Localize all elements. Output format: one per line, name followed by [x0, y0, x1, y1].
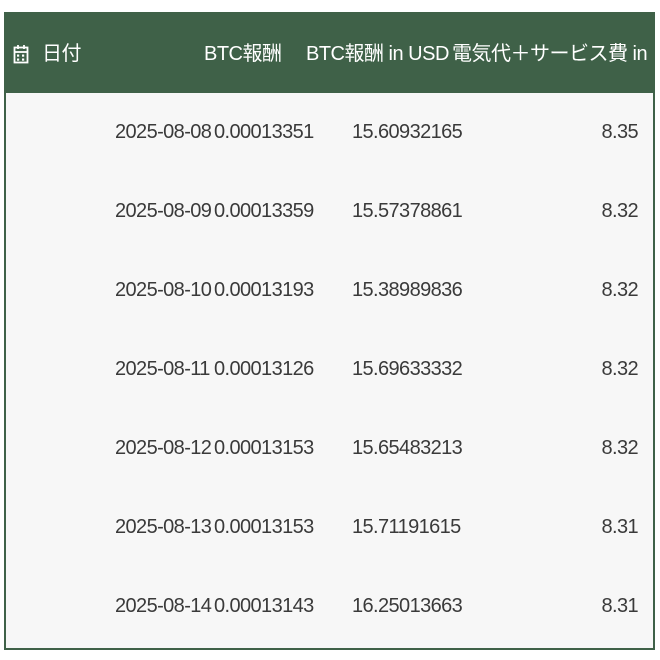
- cell-btc-reward: 0.00013143: [214, 595, 314, 617]
- cell-date: 2025-08-13: [115, 516, 212, 538]
- cell-date: 2025-08-09: [115, 200, 212, 222]
- cell-fee-usd: 8.35: [601, 121, 638, 143]
- table-row: 2025-08-12 0.00013153 15.65483213 8.32: [6, 409, 653, 488]
- cell-date: 2025-08-14: [115, 595, 212, 617]
- column-header-btc-reward-usd[interactable]: BTC報酬 in USD: [306, 42, 449, 66]
- cell-btc-reward: 0.00013126: [214, 358, 314, 380]
- cell-btc-reward: 0.00013153: [214, 437, 314, 459]
- table-body: 2025-08-08 0.00013351 15.60932165 8.35 2…: [6, 93, 653, 648]
- cell-fee-usd: 8.32: [601, 200, 638, 222]
- table-row: 2025-08-10 0.00013193 15.38989836 8.32: [6, 251, 653, 330]
- cell-date: 2025-08-10: [115, 279, 212, 301]
- rewards-table: 日付 BTC報酬 BTC報酬 in USD 電気代＋サービス費 in USD 2…: [4, 12, 655, 650]
- cell-btc-reward-usd: 15.71191615: [352, 516, 461, 538]
- cell-btc-reward-usd: 15.60932165: [352, 121, 463, 143]
- cell-fee-usd: 8.32: [601, 437, 638, 459]
- column-header-btc-reward[interactable]: BTC報酬: [204, 42, 282, 66]
- cell-btc-reward-usd: 15.57378861: [352, 200, 463, 222]
- cell-btc-reward: 0.00013359: [214, 200, 314, 222]
- cell-btc-reward: 0.00013153: [214, 516, 314, 538]
- table-row: 2025-08-11 0.00013126 15.69633332 8.32: [6, 330, 653, 409]
- cell-btc-reward-usd: 15.38989836: [352, 279, 463, 301]
- table-row: 2025-08-08 0.00013351 15.60932165 8.35: [6, 93, 653, 172]
- cell-btc-reward-usd: 16.25013663: [352, 595, 463, 617]
- table-row: 2025-08-13 0.00013153 15.71191615 8.31: [6, 488, 653, 567]
- cell-btc-reward-usd: 15.69633332: [352, 358, 463, 380]
- table-row: 2025-08-09 0.00013359 15.57378861 8.32: [6, 172, 653, 251]
- cell-fee-usd: 8.32: [601, 358, 638, 380]
- column-header-date[interactable]: 日付: [42, 42, 82, 66]
- cell-btc-reward: 0.00013193: [214, 279, 314, 301]
- calendar-icon: [13, 45, 29, 64]
- table-row: 2025-08-14 0.00013143 16.25013663 8.31: [6, 567, 653, 646]
- cell-fee-usd: 8.31: [601, 595, 638, 617]
- cell-btc-reward-usd: 15.65483213: [352, 437, 463, 459]
- cell-date: 2025-08-11: [115, 358, 210, 380]
- table-header: 日付 BTC報酬 BTC報酬 in USD 電気代＋サービス費 in USD: [6, 14, 653, 93]
- cell-date: 2025-08-12: [115, 437, 212, 459]
- cell-btc-reward: 0.00013351: [214, 121, 314, 143]
- cell-fee-usd: 8.31: [601, 516, 638, 538]
- column-header-fee-usd[interactable]: 電気代＋サービス費 in USD: [452, 42, 653, 66]
- cell-date: 2025-08-08: [115, 121, 212, 143]
- cell-fee-usd: 8.32: [601, 279, 638, 301]
